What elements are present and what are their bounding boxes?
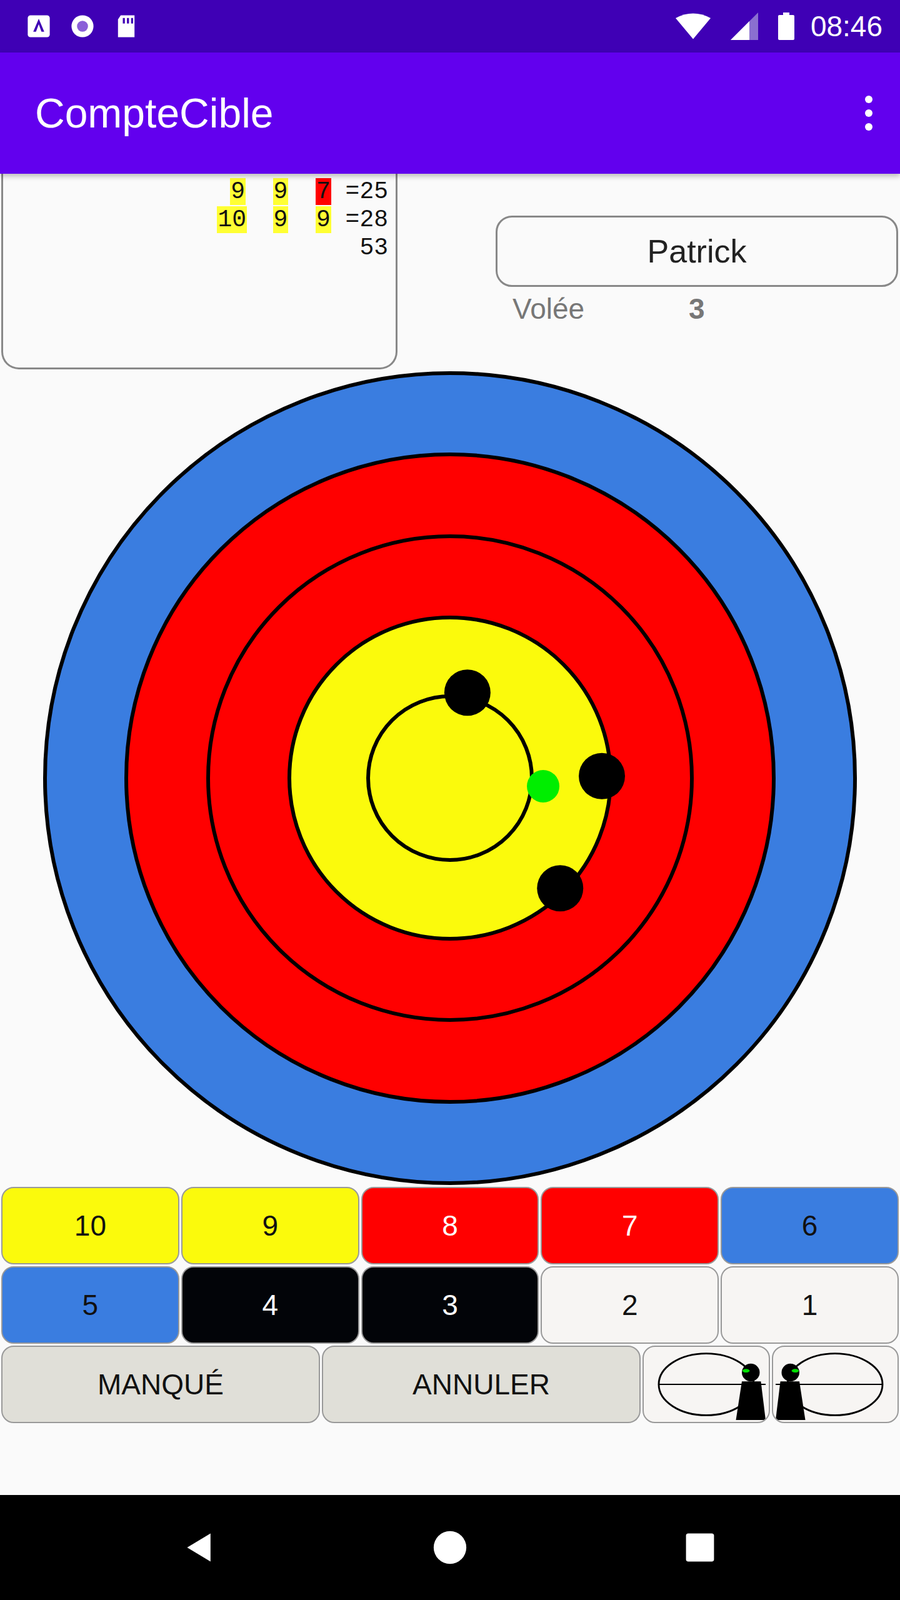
score-value: 9	[273, 178, 289, 205]
archer-icon	[775, 1347, 895, 1422]
target-ring	[208, 536, 692, 1020]
sd-card-icon	[112, 12, 140, 40]
end-total: 25	[359, 177, 389, 206]
player-name[interactable]: Patrick	[495, 215, 899, 287]
score-button[interactable]: 9	[181, 1186, 360, 1265]
wifi-icon	[675, 12, 711, 40]
app-bar: CompteCible	[0, 52, 900, 174]
battery-icon	[778, 12, 795, 40]
end-row: 10 99 = 28	[216, 205, 389, 234]
nav-bar	[0, 1495, 900, 1600]
score-cell: 7	[302, 177, 332, 206]
score-value: 7	[315, 178, 332, 205]
grand-total-row: 53	[359, 233, 389, 262]
end-total: 28	[359, 205, 389, 234]
end-label: Volée	[512, 291, 689, 326]
target-area	[0, 369, 900, 1187]
equals: =	[345, 205, 360, 234]
end-number: 3	[688, 291, 705, 326]
back-icon[interactable]	[182, 1530, 218, 1565]
score-button[interactable]: 10	[1, 1186, 180, 1265]
home-icon[interactable]	[432, 1530, 468, 1565]
score-button[interactable]: 2	[540, 1266, 719, 1344]
actions: MANQUÉANNULER	[0, 1343, 900, 1424]
score-button[interactable]: 3	[361, 1266, 540, 1344]
end-info: Volée 3	[495, 286, 899, 326]
score-value: 9	[315, 206, 332, 234]
equals: =	[345, 177, 360, 206]
overflow-menu-icon[interactable]	[862, 94, 875, 132]
archer-button[interactable]	[771, 1345, 900, 1424]
aim-cursor[interactable]	[526, 770, 560, 803]
score-cell: 9	[260, 205, 289, 234]
score-cell: 9	[216, 177, 246, 206]
score-value: 9	[273, 206, 289, 234]
record-icon	[68, 12, 97, 40]
arrow-hit[interactable]	[536, 865, 584, 912]
score-cell: 10	[216, 205, 246, 234]
action-button[interactable]: ANNULER	[321, 1345, 641, 1424]
target-ring	[45, 373, 855, 1184]
clock: 08:46	[810, 9, 883, 44]
recents-icon[interactable]	[682, 1530, 718, 1565]
end-row: 997 = 25	[216, 177, 389, 206]
screen: 08:46 CompteCible 997 = 251099 = 28 53 P…	[0, 0, 900, 1600]
signal-icon	[726, 12, 762, 40]
archer-icon	[646, 1347, 766, 1422]
score-button[interactable]: 6	[720, 1186, 899, 1265]
grand-total: 53	[359, 233, 389, 262]
score-value: 9	[230, 178, 246, 205]
score-value: 10	[216, 206, 247, 234]
status-bar: 08:46	[0, 0, 900, 53]
target[interactable]	[0, 369, 900, 1187]
score-button[interactable]: 1	[720, 1266, 899, 1344]
keyboard-app-icon	[25, 12, 53, 40]
score-button[interactable]: 5	[1, 1266, 180, 1344]
score-button[interactable]: 7	[540, 1186, 719, 1265]
target-ring	[368, 696, 532, 860]
score-cell: 9	[302, 205, 332, 234]
arrow-hit[interactable]	[578, 753, 625, 800]
app-title: CompteCible	[35, 89, 274, 137]
score-buttons: 109876 54321	[0, 1186, 900, 1344]
archer-button[interactable]	[642, 1345, 770, 1424]
score-cell: 9	[260, 177, 289, 206]
score-sheet: 997 = 251099 = 28 53	[1, 173, 398, 370]
action-button[interactable]: MANQUÉ	[1, 1345, 320, 1424]
header: 997 = 251099 = 28 53 Patrick Volée 3	[0, 173, 900, 370]
target-ring	[126, 454, 774, 1102]
target-ring	[289, 617, 611, 939]
score-button[interactable]: 4	[181, 1266, 360, 1344]
arrow-hit[interactable]	[444, 669, 491, 716]
score-button[interactable]: 8	[361, 1186, 540, 1265]
